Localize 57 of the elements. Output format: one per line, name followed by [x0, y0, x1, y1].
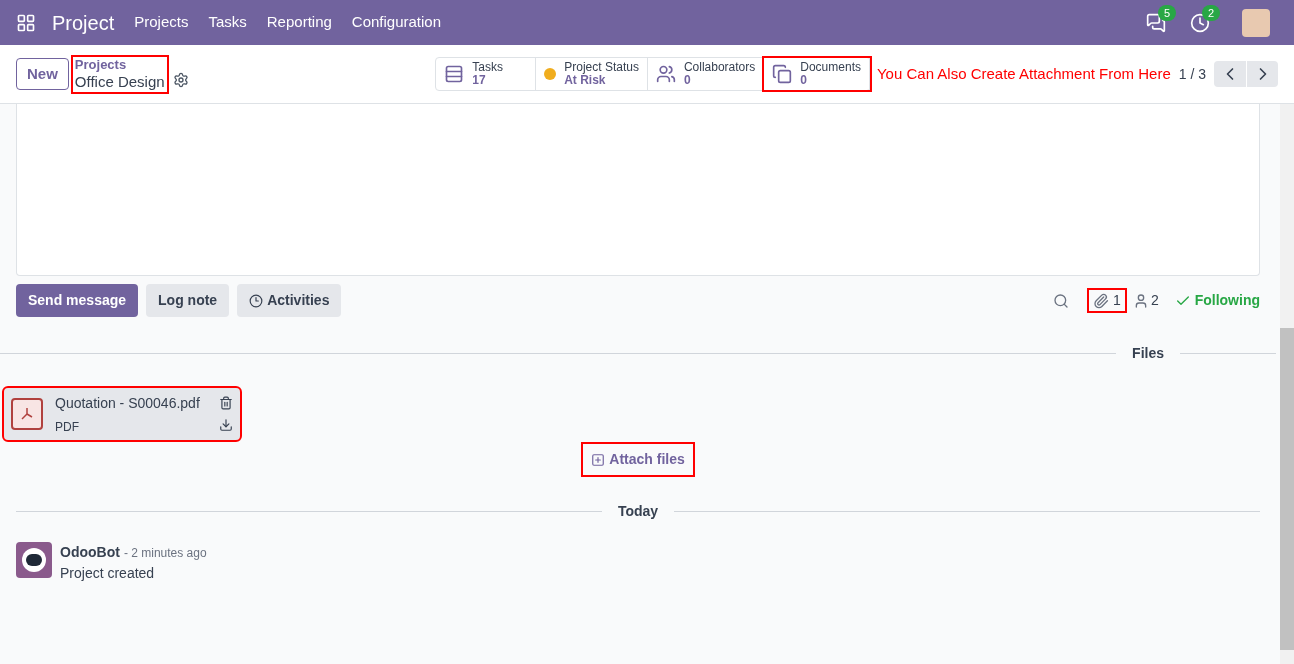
- chatter-button[interactable]: Log note: [146, 284, 230, 317]
- stat-value: At Risk: [564, 74, 607, 87]
- section-heading: Today: [616, 502, 660, 521]
- chatter-button[interactable]: Activities: [237, 284, 342, 317]
- file-type: PDF: [55, 418, 80, 436]
- stat-value: 17: [472, 74, 487, 87]
- messages-count-badge: 5: [1158, 4, 1177, 21]
- message-time: - 2 minutes ago: [123, 545, 207, 562]
- stat-value: 0: [683, 74, 692, 87]
- message-body: Project created: [60, 564, 156, 583]
- chatter-button[interactable]: Send message: [16, 284, 139, 317]
- nav-menu-item[interactable]: Tasks: [208, 11, 247, 34]
- annotation-text: You Can Also Create Attachment From Here: [877, 63, 1171, 84]
- search-icon[interactable]: [1053, 292, 1070, 309]
- pdf-file-icon: [11, 398, 43, 430]
- activities-count-badge: 2: [1202, 4, 1221, 21]
- breadcrumb-link[interactable]: Projects: [74, 56, 165, 73]
- stat-button[interactable]: Tasks 17: [436, 58, 537, 90]
- stat-label: Tasks: [472, 61, 503, 74]
- nav-menu-item[interactable]: Projects: [134, 11, 189, 34]
- file-name: Quotation - S00046.pdf: [55, 393, 201, 413]
- stat-value: 0: [800, 74, 808, 87]
- new-button[interactable]: New: [16, 57, 69, 91]
- nav-menu-item[interactable]: Reporting: [266, 11, 332, 34]
- avatar[interactable]: [1242, 8, 1270, 37]
- attachment-card[interactable]: Quotation - S00046.pdf PDF: [4, 388, 240, 440]
- activities-icon[interactable]: [1190, 12, 1210, 33]
- next-button[interactable]: [1246, 61, 1278, 87]
- stat-button[interactable]: Collaborators 0: [647, 58, 765, 90]
- stat-button[interactable]: Documents 0: [764, 58, 870, 90]
- bot-avatar: [16, 542, 52, 578]
- previous-button[interactable]: [1214, 61, 1246, 87]
- paperclip-icon: [1093, 292, 1110, 309]
- list-icon: [444, 64, 465, 84]
- app-name[interactable]: Project: [52, 8, 115, 37]
- stat-label: Documents: [800, 61, 861, 74]
- stat-button[interactable]: Project Status At Risk: [536, 58, 648, 90]
- documents-icon: [772, 64, 793, 84]
- section-heading: Files: [1131, 344, 1165, 363]
- messages-icon[interactable]: [1146, 12, 1166, 33]
- download-icon[interactable]: [219, 418, 233, 432]
- clock-icon: [249, 293, 264, 308]
- apps-menu-icon[interactable]: [16, 12, 36, 33]
- nav-menu-item[interactable]: Configuration: [351, 11, 442, 34]
- plus-square-icon: [591, 452, 606, 467]
- stat-label: Project Status: [564, 61, 639, 74]
- stat-label: Collaborators: [683, 61, 756, 74]
- users-icon: [655, 64, 676, 84]
- attach-files-button[interactable]: Attach files: [583, 444, 693, 475]
- message-author: OdooBot: [60, 543, 120, 562]
- delete-icon[interactable]: [219, 396, 233, 410]
- settings-icon[interactable]: [172, 72, 189, 88]
- pager-value: 1 / 3: [1178, 64, 1206, 84]
- record-title: Office Design: [74, 72, 165, 92]
- following-button[interactable]: Following: [1174, 290, 1260, 311]
- attachments-count-button[interactable]: 1: [1089, 290, 1125, 311]
- followers-button[interactable]: 2: [1132, 290, 1159, 311]
